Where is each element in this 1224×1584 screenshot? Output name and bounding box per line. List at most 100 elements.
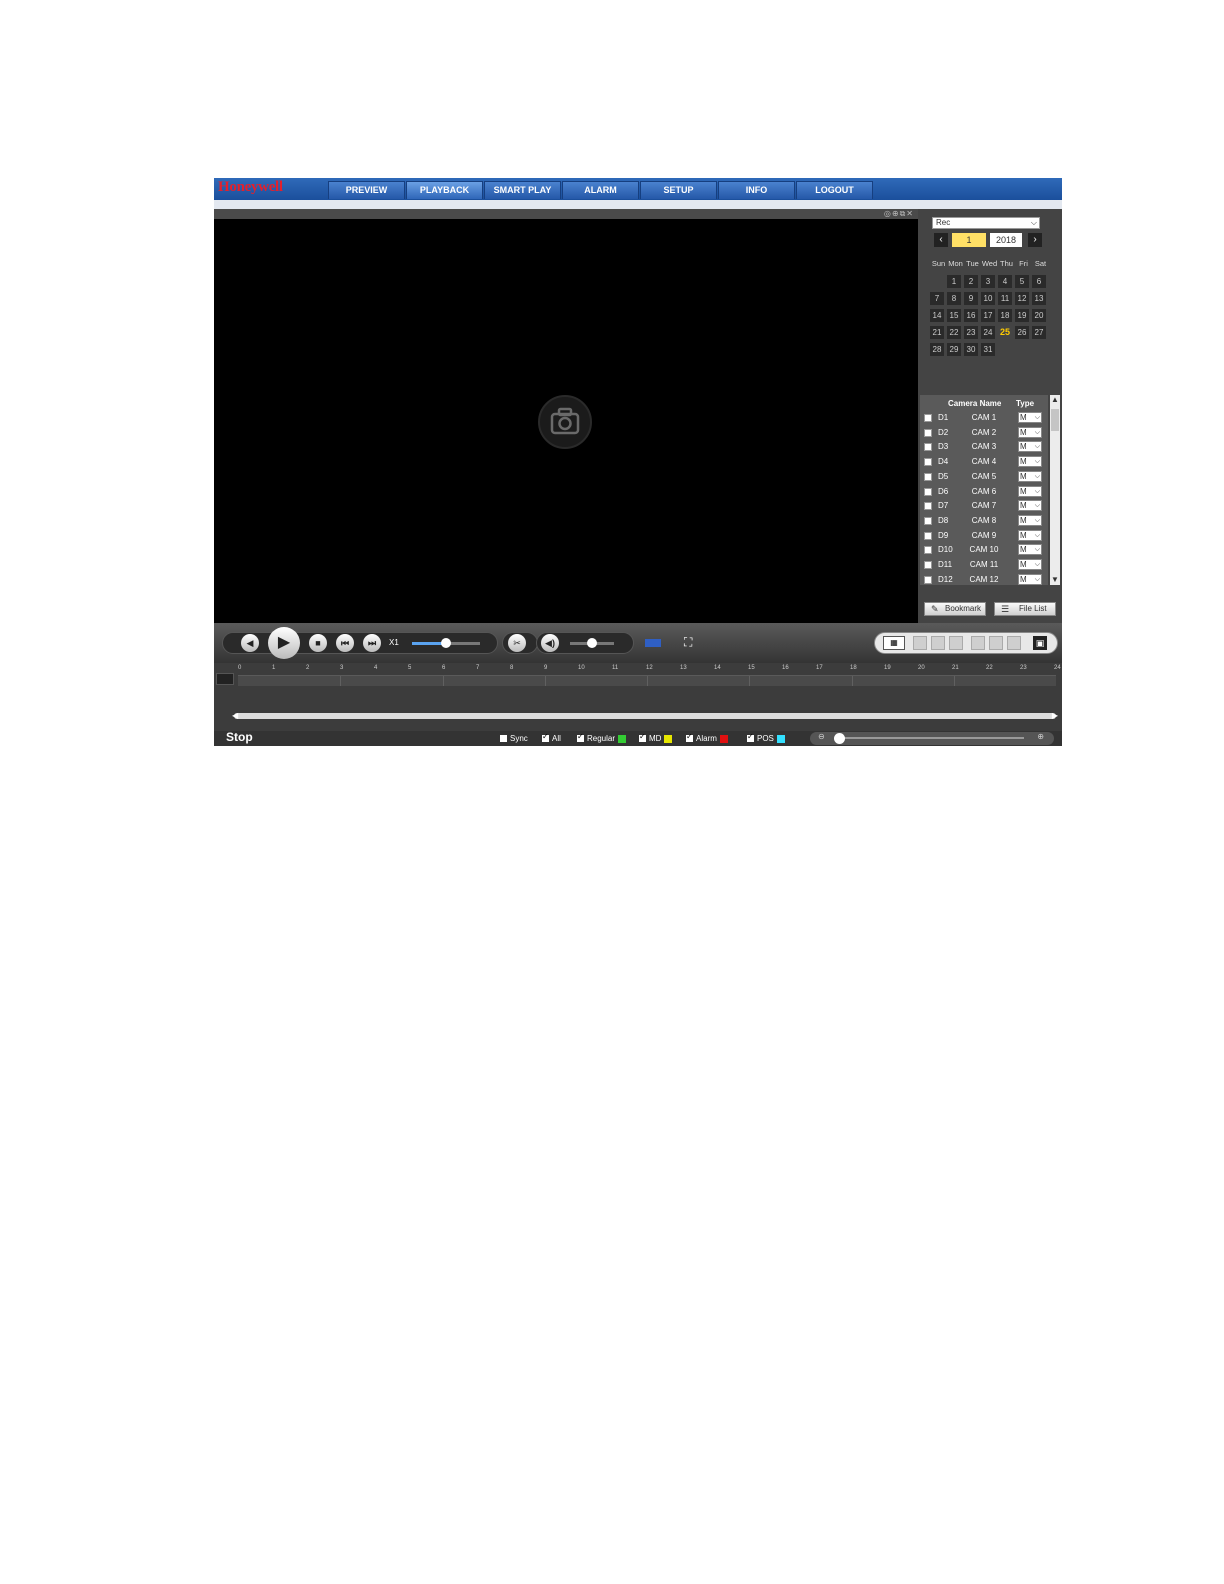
camera-checkbox[interactable]: [924, 575, 932, 584]
tab-alarm[interactable]: ALARM: [562, 181, 639, 199]
fullscreen-icon[interactable]: ⛶: [684, 635, 692, 650]
camera-type-select[interactable]: M ⌵: [1018, 544, 1042, 556]
calendar-day[interactable]: 16: [964, 309, 978, 322]
next-month-button[interactable]: ›: [1028, 233, 1042, 247]
tab-setup[interactable]: SETUP: [640, 181, 717, 199]
legend-checkbox[interactable]: [639, 732, 646, 743]
camera-checkbox[interactable]: [924, 516, 932, 525]
zoom-knob[interactable]: [834, 733, 845, 744]
timeline-scrollbar[interactable]: ◀ ▶: [232, 711, 1058, 720]
calendar-day[interactable]: 21: [930, 326, 944, 339]
legend-checkbox[interactable]: [542, 732, 549, 743]
camera-type-select[interactable]: M ⌵: [1018, 456, 1042, 468]
timeline-zoom-slider[interactable]: ⊖ ⊕: [810, 732, 1054, 745]
clip-video-icon[interactable]: ▦: [883, 636, 905, 650]
timeline-left-arrow-icon[interactable]: ◀: [232, 711, 238, 720]
camera-checkbox[interactable]: [924, 561, 932, 569]
play-backward-button[interactable]: ◀: [241, 634, 259, 652]
legend-md[interactable]: MD: [639, 732, 673, 743]
camera-row[interactable]: D3 CAM 3 M ⌵: [920, 440, 1048, 455]
calendar-day[interactable]: 8: [947, 292, 961, 305]
calendar-day[interactable]: 9: [964, 292, 978, 305]
calendar-day[interactable]: 4: [998, 275, 1012, 288]
camera-row[interactable]: D1 CAM 1 M ⌵: [920, 411, 1048, 426]
video-display[interactable]: [214, 219, 918, 623]
camera-row[interactable]: D9 CAM 9 M ⌵: [920, 529, 1048, 544]
timeline-right-arrow-icon[interactable]: ▶: [1052, 711, 1058, 720]
camera-checkbox[interactable]: [924, 546, 932, 555]
calendar-day[interactable]: 17: [981, 309, 995, 322]
calendar-day[interactable]: 18: [998, 309, 1012, 322]
display-mode-button[interactable]: [645, 639, 661, 647]
camera-checkbox[interactable]: [924, 443, 932, 452]
speed-slider-knob[interactable]: [441, 638, 451, 648]
camera-checkbox[interactable]: [924, 531, 932, 540]
tool-square-3[interactable]: [949, 636, 963, 650]
calendar-day[interactable]: 28: [930, 343, 944, 356]
calendar-day[interactable]: 23: [964, 326, 978, 339]
scroll-up-icon[interactable]: ▲: [1050, 395, 1060, 405]
prev-month-button[interactable]: ‹: [934, 233, 948, 247]
camera-row[interactable]: D11 CAM 11 M ⌵: [920, 558, 1048, 573]
bookmark-button[interactable]: ✎ Bookmark: [924, 602, 986, 616]
next-frame-button[interactable]: ⏭: [363, 634, 381, 652]
timeline[interactable]: 0 1 2 3 4 5 6 7 8 9 10 11 12 13 14 15 16 17 18 19 20 21 22 23 24…: [214, 663, 1062, 731]
camera-checkbox[interactable]: [924, 472, 932, 481]
calendar-day[interactable]: 12: [1015, 292, 1029, 305]
calendar-day[interactable]: 29: [947, 343, 961, 356]
record-type-select[interactable]: Rec ⌵: [932, 217, 1040, 229]
tab-preview[interactable]: PREVIEW: [328, 181, 405, 199]
zoom-out-icon[interactable]: ⊖: [818, 732, 825, 741]
camera-type-select[interactable]: M ⌵: [1018, 412, 1042, 423]
camera-row[interactable]: D10 CAM 10 M ⌵: [920, 543, 1048, 558]
camera-list-scrollbar[interactable]: ▲ ▼: [1050, 395, 1060, 585]
window-control-icons[interactable]: ◎⊕⧉✕: [884, 209, 914, 219]
scroll-thumb[interactable]: [1051, 409, 1059, 431]
calendar-day[interactable]: 13: [1032, 292, 1046, 305]
tool-square-1[interactable]: [913, 636, 927, 650]
calendar-day[interactable]: 27: [1032, 326, 1046, 339]
legend-all[interactable]: All: [542, 732, 561, 743]
prev-frame-button[interactable]: ⏮: [336, 634, 354, 652]
camera-type-select[interactable]: M ⌵: [1018, 573, 1042, 585]
tab-logout[interactable]: LOGOUT: [796, 181, 873, 199]
camera-row[interactable]: D7 CAM 7 M ⌵: [920, 499, 1048, 514]
calendar-day[interactable]: 19: [1015, 309, 1029, 322]
month-field[interactable]: 1: [952, 233, 986, 247]
clip-tool-button[interactable]: ✂: [508, 634, 526, 652]
play-button[interactable]: ▶: [268, 627, 300, 659]
timeline-track[interactable]: [238, 675, 1056, 686]
camera-row[interactable]: D6 CAM 6 M ⌵: [920, 485, 1048, 500]
camera-checkbox[interactable]: [924, 414, 932, 422]
camera-type-select[interactable]: M ⌵: [1018, 485, 1042, 497]
camera-type-select[interactable]: M ⌵: [1018, 514, 1042, 526]
camera-row[interactable]: D8 CAM 8 M ⌵: [920, 514, 1048, 529]
calendar-day[interactable]: 22: [947, 326, 961, 339]
volume-slider[interactable]: [570, 638, 614, 648]
camera-type-select[interactable]: M ⌵: [1018, 470, 1042, 482]
volume-icon[interactable]: ◀): [541, 634, 559, 652]
tab-info[interactable]: INFO: [718, 181, 795, 199]
calendar-day[interactable]: 6: [1032, 275, 1046, 288]
camera-row[interactable]: D4 CAM 4 M ⌵: [920, 455, 1048, 470]
calendar-day[interactable]: 2: [964, 275, 978, 288]
save-icon[interactable]: ▣: [1033, 636, 1047, 650]
calendar-day[interactable]: 1: [947, 275, 961, 288]
calendar-day[interactable]: 30: [964, 343, 978, 356]
legend-sync[interactable]: Sync: [500, 734, 528, 743]
tool-square-4[interactable]: [971, 636, 985, 650]
legend-checkbox[interactable]: [500, 735, 507, 743]
camera-row[interactable]: D12 CAM 12 M ⌵: [920, 573, 1048, 588]
camera-type-select[interactable]: M ⌵: [1018, 426, 1042, 438]
camera-checkbox[interactable]: [924, 487, 932, 496]
volume-slider-knob[interactable]: [587, 638, 597, 648]
tab-playback[interactable]: PLAYBACK: [406, 181, 483, 199]
calendar-day[interactable]: 26: [1015, 326, 1029, 339]
tab-smart-play[interactable]: SMART PLAY: [484, 181, 561, 199]
calendar-day[interactable]: 7: [930, 292, 944, 305]
calendar-day[interactable]: 20: [1032, 309, 1046, 322]
legend-checkbox[interactable]: [577, 732, 584, 743]
calendar-day[interactable]: 24: [981, 326, 995, 339]
legend-pos[interactable]: POS: [747, 732, 785, 743]
speed-slider[interactable]: [412, 638, 480, 648]
